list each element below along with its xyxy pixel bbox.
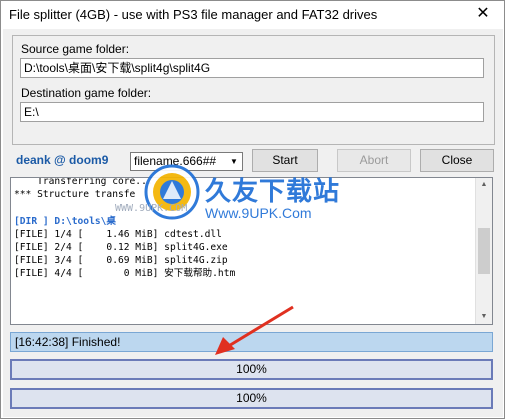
source-folder-label: Source game folder:: [21, 42, 130, 56]
destination-folder-input[interactable]: E:\: [20, 102, 484, 122]
destination-folder-label: Destination game folder:: [21, 86, 152, 100]
log-line: [FILE] 2/4 [ 0.12 MiB] split4G.exe: [14, 242, 228, 254]
progress-bar-file: 100%: [10, 359, 493, 380]
status-text: [16:42:38] Finished!: [15, 335, 121, 349]
source-folder-input[interactable]: D:\tools\桌面\安下载\split4g\split4G: [20, 58, 484, 78]
log-line: [FILE] 4/4 [ 0 MiB] 安下载帮助.htm: [14, 268, 236, 280]
window-title: File splitter (4GB) - use with PS3 file …: [9, 7, 378, 22]
close-button[interactable]: Close: [420, 149, 494, 172]
progress-bar-total: 100%: [10, 388, 493, 409]
credit-label: deank @ doom9: [16, 153, 109, 167]
status-bar: [16:42:38] Finished!: [10, 332, 493, 352]
folders-group: Source game folder: D:\tools\桌面\安下载\spli…: [12, 35, 495, 145]
watermark-brand: 久友下载站: [205, 177, 341, 207]
scroll-up-icon[interactable]: ▲: [476, 178, 492, 192]
watermark-url: Www.9UPK.Com: [205, 205, 312, 221]
watermark-url-small: WWW.9UPK.COM: [115, 203, 188, 214]
watermark: 久友下载站 Www.9UPK.Com WWW.9UPK.COM: [115, 161, 371, 231]
main-window: File splitter (4GB) - use with PS3 file …: [0, 0, 505, 419]
title-bar: File splitter (4GB) - use with PS3 file …: [1, 1, 504, 29]
log-scrollbar[interactable]: ▲ ▼: [475, 178, 492, 324]
progress-label: 100%: [236, 362, 267, 376]
close-window-icon[interactable]: ✕: [466, 1, 500, 27]
scroll-down-icon[interactable]: ▼: [476, 310, 492, 324]
progress-label: 100%: [236, 391, 267, 405]
log-line: [FILE] 3/4 [ 0.69 MiB] split4G.zip: [14, 255, 228, 267]
scroll-thumb[interactable]: [478, 228, 490, 274]
